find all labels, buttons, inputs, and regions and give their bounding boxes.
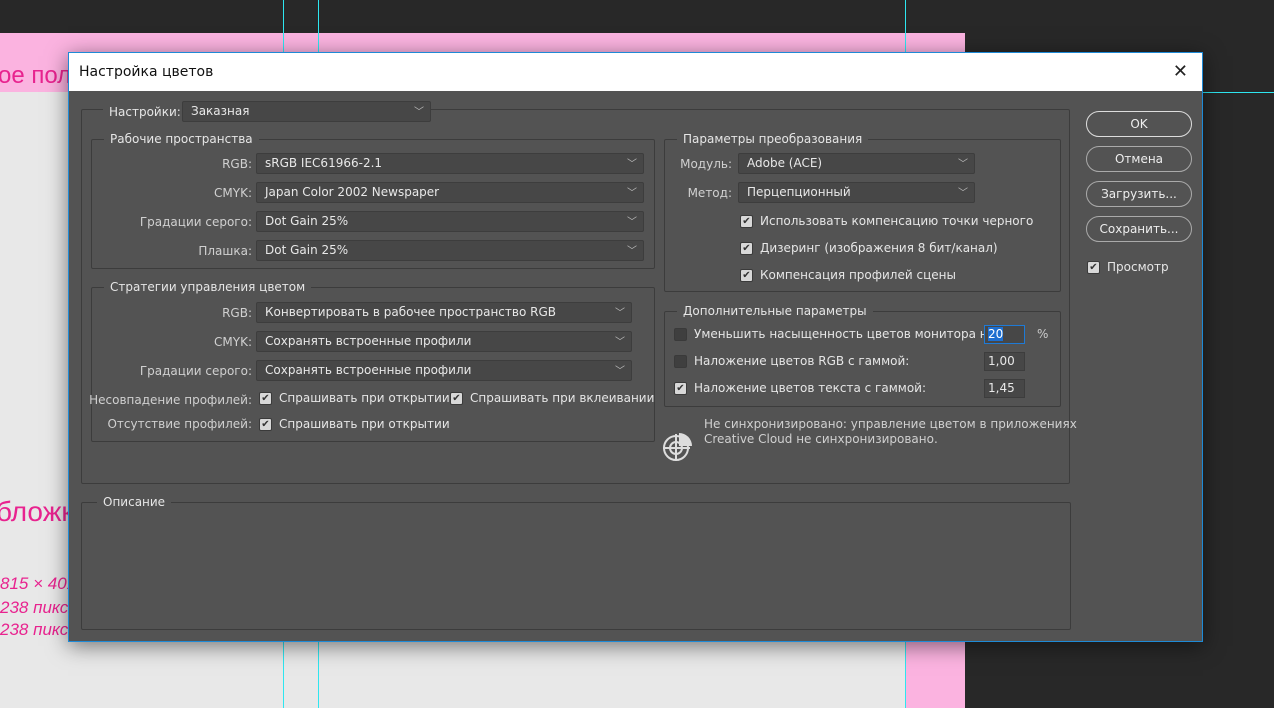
checkbox-icon: ✔ <box>259 417 272 431</box>
mismatch-paste-checkbox[interactable]: ✔ Спрашивать при вклеивании <box>450 391 654 405</box>
checkbox-label: Компенсация профилей сцены <box>760 268 956 282</box>
chevron-down-icon: ﹀ <box>414 107 424 118</box>
checkbox-label: Наложение цветов текста с гаммой: <box>694 381 927 395</box>
chevron-down-icon: ﹀ <box>627 217 637 228</box>
working-space-select[interactable]: sRGB IEC61966-2.1 ﹀ <box>256 153 644 174</box>
select-value: Сохранять встроенные профили <box>265 334 472 348</box>
policy-select[interactable]: Сохранять встроенные профили ﹀ <box>256 360 632 381</box>
mismatch-open-checkbox[interactable]: ✔ Спрашивать при открытии <box>259 391 450 405</box>
chevron-down-icon: ﹀ <box>627 246 637 257</box>
percent-label: % <box>1037 327 1049 341</box>
intent-value: Перцепционный <box>747 185 851 199</box>
advanced-title: Дополнительные параметры <box>677 304 873 318</box>
desaturate-input[interactable]: 20 <box>984 325 1025 344</box>
chevron-down-icon: ﹀ <box>627 159 637 170</box>
sync-message-line: Creative Cloud не синхронизировано. <box>704 432 938 446</box>
blend-rgb-checkbox[interactable]: Наложение цветов RGB с гаммой: <box>674 354 909 368</box>
settings-select[interactable]: Заказная ﹀ <box>182 101 431 122</box>
conversion-checkbox[interactable]: ✔ Компенсация профилей сцены <box>740 268 956 282</box>
select-value: Конвертировать в рабочее пространство RG… <box>265 305 556 319</box>
working-spaces-title: Рабочие пространства <box>104 132 259 146</box>
checkbox-label: Использовать компенсацию точки черного <box>760 214 1034 228</box>
policy-label: Градации серого: <box>139 364 252 378</box>
checkbox-icon: ✔ <box>450 391 463 405</box>
checkbox-label: Дизеринг (изображения 8 бит/канал) <box>760 241 998 255</box>
working-space-select[interactable]: Dot Gain 25% ﹀ <box>256 240 644 261</box>
desaturate-value: 20 <box>988 327 1004 341</box>
checkbox-label: Спрашивать при вклеивании <box>470 391 655 405</box>
working-space-label: CMYK: <box>214 186 252 200</box>
conversion-title: Параметры преобразования <box>677 132 869 146</box>
color-settings-dialog: Настройка цветов ✕ Настройки: Заказная ﹀ … <box>68 52 1203 642</box>
cancel-button[interactable]: Отмена <box>1086 146 1192 172</box>
checkbox-icon <box>674 327 687 341</box>
chevron-down-icon: ﹀ <box>958 188 968 199</box>
checkbox-label: Уменьшить насыщенность цветов монитора н… <box>694 327 1000 341</box>
engine-value: Adobe (ACE) <box>747 156 823 170</box>
mismatch-label: Несовпадение профилей: <box>89 393 252 407</box>
preview-checkbox[interactable]: ✔ Просмотр <box>1087 260 1169 274</box>
close-icon[interactable]: ✕ <box>1173 61 1188 82</box>
sync-message: Не синхронизировано: управление цветом в… <box>704 417 1077 447</box>
checkbox-icon: ✔ <box>674 381 687 395</box>
policy-label: CMYK: <box>214 335 252 349</box>
conversion-checkbox[interactable]: ✔ Использовать компенсацию точки черного <box>740 214 1033 228</box>
save-button[interactable]: Сохранить... <box>1086 216 1192 242</box>
desaturate-checkbox[interactable]: Уменьшить насыщенность цветов монитора н… <box>674 327 999 341</box>
policy-select[interactable]: Сохранять встроенные профили ﹀ <box>256 331 632 352</box>
working-space-select[interactable]: Dot Gain 25% ﹀ <box>256 211 644 232</box>
doc-text: бложк <box>0 496 74 527</box>
settings-label: Настройки: <box>103 103 187 119</box>
chevron-down-icon: ﹀ <box>627 188 637 199</box>
engine-label: Модуль: <box>680 157 732 171</box>
policy-label: RGB: <box>222 306 252 320</box>
blend-text-checkbox[interactable]: ✔ Наложение цветов текста с гаммой: <box>674 381 926 395</box>
dialog-titlebar: Настройка цветов <box>69 53 1202 91</box>
working-space-label: Градации серого: <box>139 215 252 229</box>
working-space-label: Плашка: <box>198 244 252 258</box>
checkbox-icon: ✔ <box>259 391 272 405</box>
checkbox-icon: ✔ <box>740 241 753 255</box>
checkbox-label: Наложение цветов RGB с гаммой: <box>694 354 910 368</box>
engine-select[interactable]: Adobe (ACE) ﹀ <box>738 153 975 174</box>
doc-text: 238 пикс <box>0 598 69 617</box>
checkbox-icon <box>674 354 687 368</box>
guide-line <box>1200 92 1274 93</box>
chevron-down-icon: ﹀ <box>615 308 625 319</box>
conversion-checkbox[interactable]: ✔ Дизеринг (изображения 8 бит/канал) <box>740 241 998 255</box>
intent-label: Метод: <box>687 186 732 200</box>
sync-message-line: Не синхронизировано: управление цветом в… <box>704 417 1077 431</box>
description-title: Описание <box>97 495 172 509</box>
checkbox-icon: ✔ <box>1087 260 1100 274</box>
select-value: sRGB IEC61966-2.1 <box>265 156 383 170</box>
blend-rgb-input[interactable]: 1,00 <box>984 352 1025 371</box>
checkbox-label: Спрашивать при открытии <box>279 391 450 405</box>
ok-button[interactable]: OK <box>1086 111 1192 137</box>
doc-text: 238 пикс <box>0 620 69 639</box>
checkbox-label: Просмотр <box>1107 260 1169 274</box>
policies-title: Стратегии управления цветом <box>104 280 312 294</box>
blend-text-input[interactable]: 1,45 <box>984 379 1025 398</box>
chevron-down-icon: ﹀ <box>615 337 625 348</box>
select-value: Dot Gain 25% <box>265 243 349 257</box>
color-sync-icon <box>663 433 692 461</box>
select-value: Japan Color 2002 Newspaper <box>265 185 440 199</box>
checkbox-label: Спрашивать при открытии <box>279 417 450 431</box>
missing-label: Отсутствие профилей: <box>107 417 252 431</box>
load-button[interactable]: Загрузить... <box>1086 181 1192 207</box>
checkbox-icon: ✔ <box>740 268 753 282</box>
chevron-down-icon: ﹀ <box>615 366 625 377</box>
intent-select[interactable]: Перцепционный ﹀ <box>738 182 975 203</box>
chevron-down-icon: ﹀ <box>958 159 968 170</box>
dialog-title: Настройка цветов <box>79 64 214 80</box>
working-space-label: RGB: <box>222 157 252 171</box>
policy-select[interactable]: Конвертировать в рабочее пространство RG… <box>256 302 632 323</box>
working-space-select[interactable]: Japan Color 2002 Newspaper ﹀ <box>256 182 644 203</box>
checkbox-icon: ✔ <box>740 214 753 228</box>
missing-open-checkbox[interactable]: ✔ Спрашивать при открытии <box>259 417 450 431</box>
settings-value: Заказная <box>191 104 250 118</box>
select-value: Dot Gain 25% <box>265 214 349 228</box>
description-group <box>81 502 1071 630</box>
select-value: Сохранять встроенные профили <box>265 363 472 377</box>
